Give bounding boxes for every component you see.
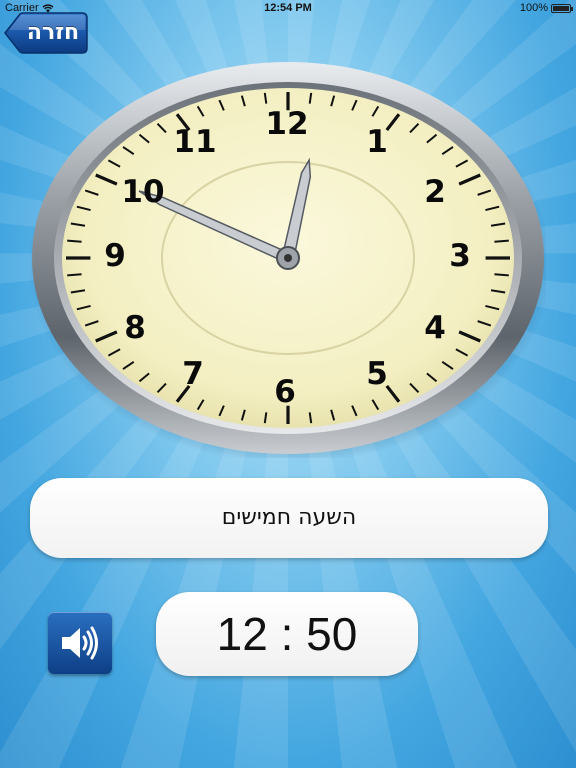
digital-time-text: 12 : 50 [216, 608, 358, 660]
numeral-5: 5 [366, 356, 388, 392]
numeral-9: 9 [104, 238, 126, 274]
numeral-11: 11 [173, 124, 217, 160]
status-right: 100% [519, 2, 573, 14]
clock-hub-center [284, 254, 292, 262]
numeral-4: 4 [424, 310, 446, 346]
speaker-icon [62, 626, 98, 660]
numeral-1: 1 [366, 124, 388, 160]
numeral-12: 12 [265, 106, 309, 142]
numeral-7: 7 [182, 356, 204, 392]
numeral-8: 8 [124, 310, 146, 346]
numeral-10: 10 [121, 174, 165, 210]
play-sound-button[interactable] [48, 612, 112, 674]
minor-tick [494, 239, 509, 243]
numeral-3: 3 [449, 238, 471, 274]
numeral-2: 2 [424, 174, 446, 210]
minor-tick [494, 273, 509, 277]
digital-time-panel: 12 : 50 [156, 592, 418, 676]
time-phrase-text: השעה חמישים [221, 505, 357, 530]
minor-tick [67, 239, 82, 243]
battery-icon [551, 3, 573, 13]
numeral-6: 6 [274, 374, 296, 410]
back-button[interactable]: חזרה [4, 12, 88, 54]
time-phrase-panel: השעה חמישים [30, 478, 548, 558]
analog-clock: 12 1 2 3 4 5 6 7 8 9 10 11 [30, 58, 546, 458]
battery-percent: 100% [519, 2, 548, 14]
minor-tick [67, 273, 82, 277]
back-label: חזרה [26, 20, 80, 45]
